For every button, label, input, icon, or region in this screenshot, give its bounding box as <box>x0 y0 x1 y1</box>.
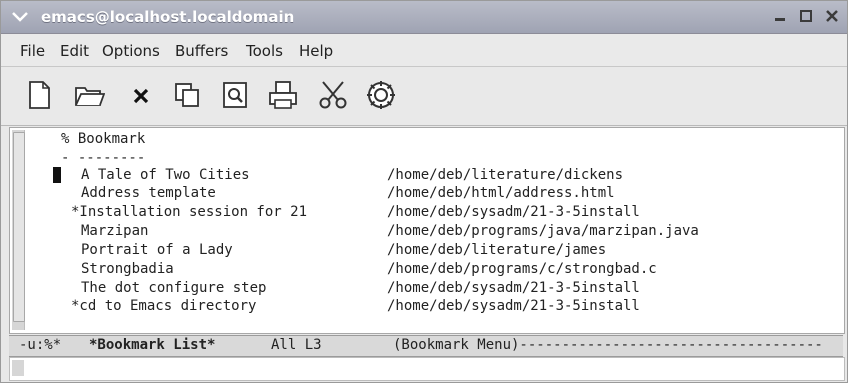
bookmark-file: /home/deb/programs/java/marzipan.java <box>387 223 699 239</box>
vertical-scrollbar[interactable] <box>12 130 25 330</box>
scrollbar-thumb[interactable] <box>13 132 25 322</box>
mode-line[interactable]: -u:%* *Bookmark List* All L3 (Bookmark M… <box>9 335 843 357</box>
bookmark-file: /home/deb/programs/c/strongbad.c <box>387 261 657 277</box>
bookmark-name[interactable]: Strongbadia <box>81 261 174 277</box>
bookmark-name[interactable]: *cd to Emacs directory <box>71 298 256 314</box>
menu-buffers[interactable]: Buffers <box>175 42 228 60</box>
toolbar <box>1 67 847 126</box>
modeline-status: -u:%* <box>19 337 62 353</box>
modeline-mode: (Bookmark Menu)-------------------------… <box>393 337 823 353</box>
minibuffer[interactable] <box>9 357 845 381</box>
minibuffer-scrollbar[interactable] <box>12 360 24 376</box>
gear-icon[interactable] <box>365 79 397 111</box>
bookmark-name[interactable]: Portrait of a Lady <box>81 242 233 258</box>
window-menu-icon[interactable] <box>11 10 29 24</box>
text-cursor <box>53 167 61 183</box>
bookmark-file: /home/deb/html/address.html <box>387 185 615 201</box>
menu-tools[interactable]: Tools <box>246 42 283 60</box>
title-bar[interactable]: emacs@localhost.localdomain <box>1 1 847 34</box>
search-icon[interactable] <box>219 79 251 111</box>
menu-file[interactable]: File <box>20 42 45 60</box>
menu-edit[interactable]: Edit <box>60 42 89 60</box>
cut-icon[interactable] <box>317 79 349 111</box>
bookmark-name[interactable]: Address template <box>81 185 216 201</box>
menu-options[interactable]: Options <box>102 42 160 60</box>
close-button[interactable] <box>823 9 841 26</box>
menu-bar: File Edit Options Buffers Tools Help <box>1 34 847 67</box>
bookmark-file: /home/deb/literature/dickens <box>387 167 624 183</box>
copy-icon[interactable] <box>171 79 203 111</box>
bookmark-file: /home/deb/sysadm/21-3-5install <box>387 204 640 220</box>
new-file-icon[interactable] <box>23 79 55 111</box>
menu-help[interactable]: Help <box>299 42 333 60</box>
minimize-button[interactable] <box>771 9 789 26</box>
bookmark-name[interactable]: A Tale of Two Cities <box>81 167 250 183</box>
open-folder-icon[interactable] <box>73 79 105 111</box>
window-title: emacs@localhost.localdomain <box>41 8 295 26</box>
bookmark-file: /home/deb/sysadm/21-3-5install <box>387 280 640 296</box>
maximize-button[interactable] <box>797 9 815 26</box>
modeline-position: All L3 <box>271 337 322 353</box>
bookmark-name[interactable]: *Installation session for 21 <box>71 204 307 220</box>
buffer-separator: - -------- <box>61 150 146 166</box>
emacs-window: emacs@localhost.localdomain File Edit Op… <box>0 0 848 383</box>
modeline-buffer-name: *Bookmark List* <box>89 337 216 353</box>
bookmark-file: /home/deb/literature/james <box>387 242 607 258</box>
bookmark-name[interactable]: Marzipan <box>81 223 148 239</box>
close-icon[interactable] <box>125 79 157 111</box>
bookmark-file: /home/deb/sysadm/21-3-5install <box>387 298 640 314</box>
bookmark-name[interactable]: The dot configure step <box>81 280 266 296</box>
buffer-header: % Bookmark <box>61 131 146 147</box>
print-icon[interactable] <box>267 79 299 111</box>
